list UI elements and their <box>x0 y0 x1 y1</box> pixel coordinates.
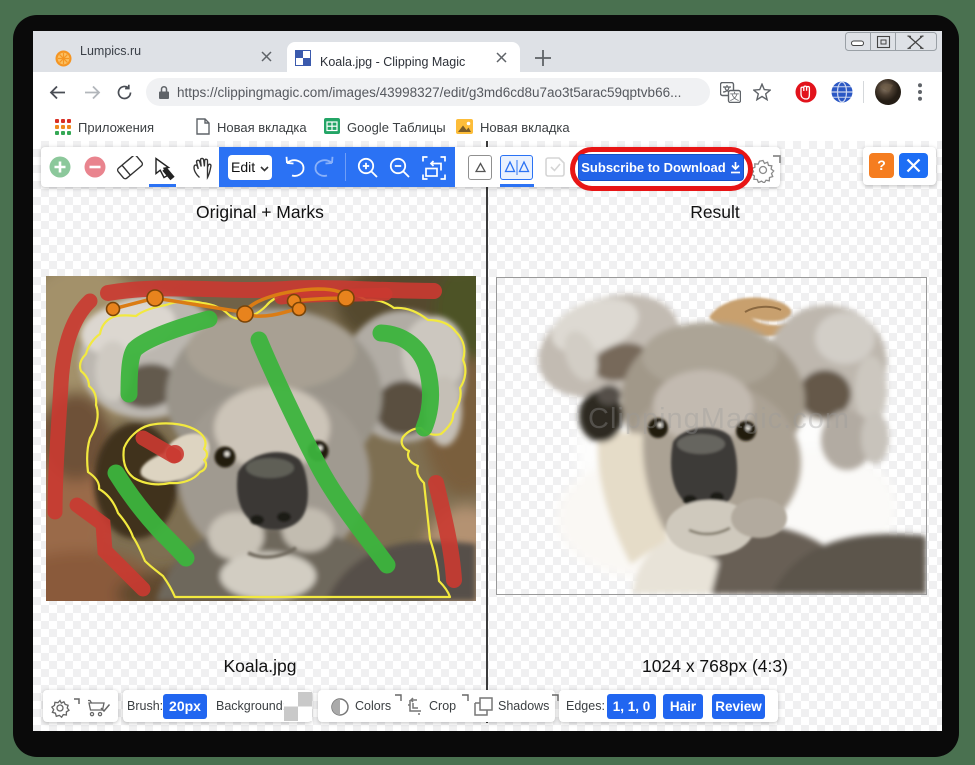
svg-text:文: 文 <box>730 91 740 103</box>
svg-text:ClippingMagic.com: ClippingMagic.com <box>588 403 850 435</box>
